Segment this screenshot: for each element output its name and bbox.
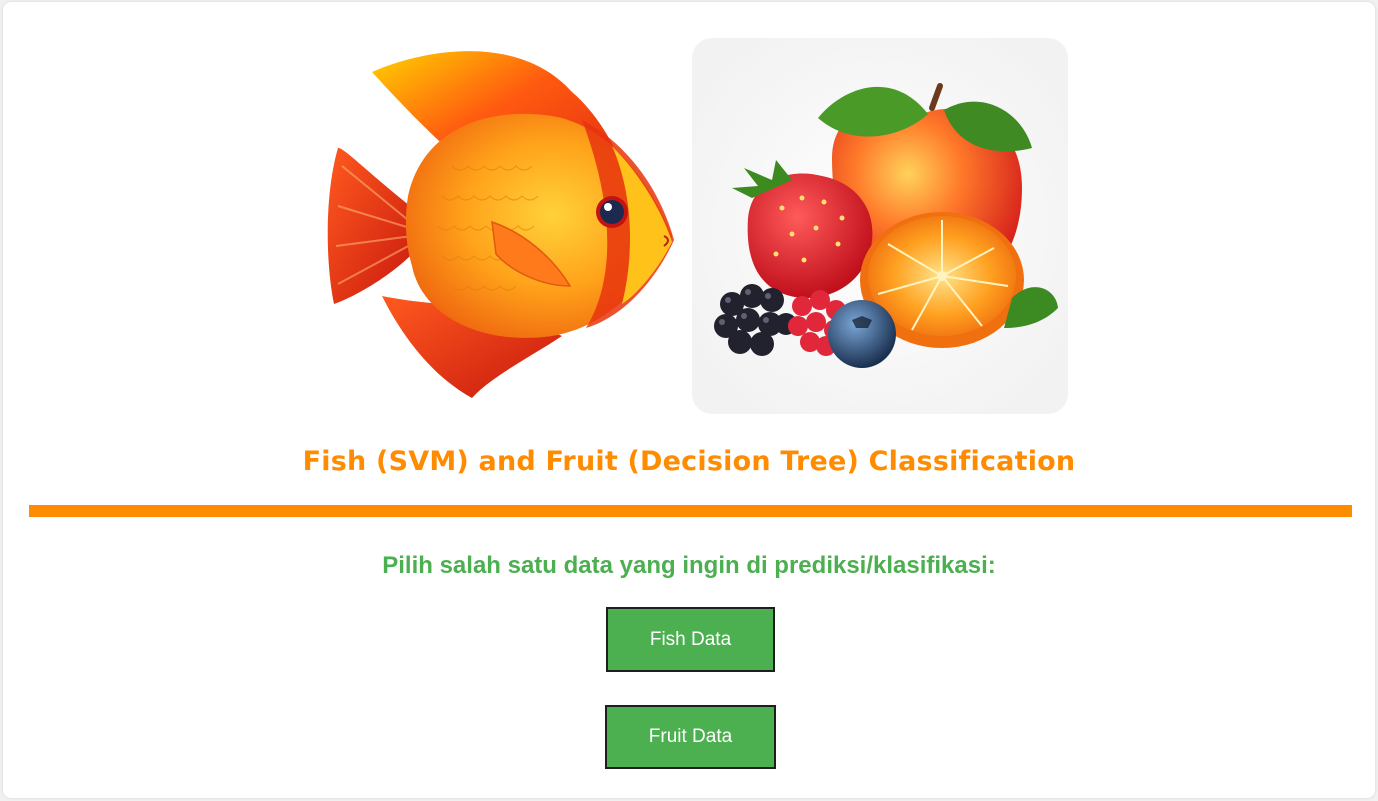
hero-images [312,36,1072,416]
title-divider [29,505,1352,517]
selection-prompt: Pilih salah satu data yang ingin di pred… [382,552,996,579]
fruit-image [692,38,1068,414]
fish-image [327,51,674,398]
page-title: Fish (SVM) and Fruit (Decision Tree) Cla… [302,446,1076,477]
fruit-data-button[interactable]: Fruit Data [605,705,776,769]
fish-data-button[interactable]: Fish Data [606,607,775,672]
